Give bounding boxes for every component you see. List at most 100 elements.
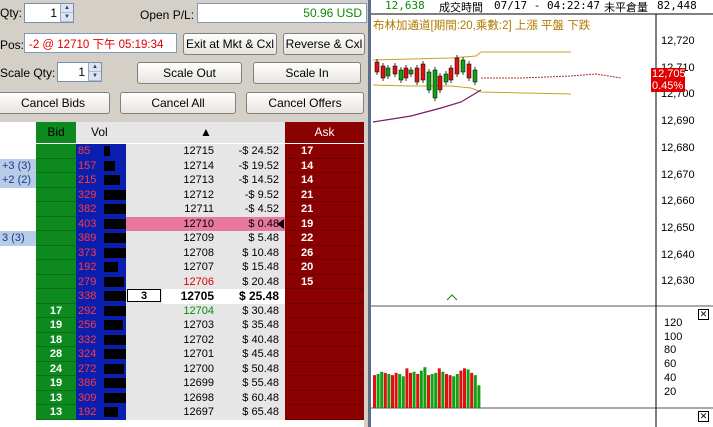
ask-header[interactable]: Ask (285, 122, 364, 143)
bid-cell[interactable] (36, 173, 76, 188)
ladder-row[interactable]: 19 386 12699 $ 55.48 (0, 376, 364, 391)
price-cell[interactable]: 12712 (162, 187, 232, 202)
quantity-cell[interactable] (126, 173, 162, 188)
ask-cell[interactable]: 21 (285, 187, 364, 202)
quantity-cell[interactable] (126, 405, 162, 420)
price-cell[interactable]: 12710 (162, 216, 232, 231)
price-cell[interactable]: 12701 (162, 347, 232, 362)
arrow-up-icon[interactable]: ▲ (89, 63, 101, 72)
price-cell[interactable]: 12713 (162, 173, 232, 188)
cancel-bids-button[interactable]: Cancel Bids (0, 92, 110, 114)
ask-cell[interactable]: 14 (285, 173, 364, 188)
bid-cell[interactable]: 19 (36, 318, 76, 333)
bid-cell[interactable] (36, 231, 76, 246)
scale-qty-value[interactable]: 1 (58, 63, 88, 81)
order-count-cell[interactable] (0, 260, 36, 275)
bid-cell[interactable] (36, 144, 76, 159)
bid-cell[interactable]: 18 (36, 332, 76, 347)
bid-cell[interactable]: 19 (36, 376, 76, 391)
order-count-cell[interactable] (0, 376, 36, 391)
ladder-row[interactable]: 28 324 12701 $ 45.48 (0, 347, 364, 362)
ladder-row[interactable]: 329 12712 -$ 9.52 21 (0, 187, 364, 202)
quantity-cell[interactable] (126, 231, 162, 246)
price-cell[interactable]: 12699 (162, 376, 232, 391)
quantity-cell[interactable] (126, 260, 162, 275)
ask-cell[interactable] (285, 318, 364, 333)
ask-cell[interactable]: 19 (285, 216, 364, 231)
price-cell[interactable]: 12709 (162, 231, 232, 246)
order-count-cell[interactable] (0, 216, 36, 231)
ladder-row[interactable]: 279 12706 $ 20.48 15 (0, 274, 364, 289)
order-count-cell[interactable]: +3 (3) (0, 158, 36, 173)
bid-header[interactable]: Bid (36, 122, 76, 143)
order-count-cell[interactable] (0, 318, 36, 333)
bid-cell[interactable]: 13 (36, 390, 76, 405)
close-icon[interactable]: ✕ (698, 309, 709, 320)
bid-cell[interactable] (36, 158, 76, 173)
ask-cell[interactable] (285, 303, 364, 318)
order-count-cell[interactable] (0, 405, 36, 420)
order-count-cell[interactable] (0, 390, 36, 405)
ask-cell[interactable]: 22 (285, 231, 364, 246)
ask-cell[interactable] (285, 289, 364, 304)
ask-cell[interactable]: 20 (285, 260, 364, 275)
ladder-row[interactable]: 382 12711 -$ 4.52 21 (0, 202, 364, 217)
price-cell[interactable]: 12697 (162, 405, 232, 420)
exit-at-market-button[interactable]: Exit at Mkt & Cxl (183, 33, 277, 55)
working-order-qty[interactable]: 3 (127, 289, 161, 302)
bid-cell[interactable] (36, 216, 76, 231)
quantity-cell[interactable] (126, 274, 162, 289)
ladder-row[interactable]: 3 (3) 389 12709 $ 5.48 22 (0, 231, 364, 246)
quantity-cell[interactable] (126, 158, 162, 173)
bid-cell[interactable] (36, 274, 76, 289)
ladder-row[interactable]: 403 12710 $ 0.48 19 (0, 216, 364, 231)
order-count-cell[interactable] (0, 144, 36, 159)
order-count-cell[interactable]: 3 (3) (0, 231, 36, 246)
ask-cell[interactable]: 14 (285, 158, 364, 173)
order-count-cell[interactable] (0, 332, 36, 347)
ladder-row[interactable]: 192 12707 $ 15.48 20 (0, 260, 364, 275)
sort-up-icon[interactable]: ▲ (196, 122, 216, 143)
ladder-row[interactable]: 85 12715 -$ 24.52 17 (0, 144, 364, 159)
order-count-cell[interactable] (0, 187, 36, 202)
price-chart[interactable]: 12,638 成交時間 07/17 - 04:22:47 未平倉量 82,448… (368, 0, 713, 427)
ladder-row[interactable]: 17 292 12704 $ 30.48 (0, 303, 364, 318)
ladder-row[interactable]: 13 192 12697 $ 65.48 (0, 405, 364, 420)
order-count-cell[interactable] (0, 303, 36, 318)
ask-cell[interactable]: 21 (285, 202, 364, 217)
quantity-cell[interactable] (126, 376, 162, 391)
ask-cell[interactable]: 15 (285, 274, 364, 289)
ladder-row[interactable]: 373 12708 $ 10.48 26 (0, 245, 364, 260)
scale-in-button[interactable]: Scale In (253, 62, 361, 84)
ask-cell[interactable] (285, 332, 364, 347)
order-count-cell[interactable] (0, 289, 36, 304)
close-icon[interactable]: ✕ (698, 411, 709, 422)
bid-cell[interactable]: 17 (36, 303, 76, 318)
ask-cell[interactable] (285, 390, 364, 405)
ladder-row[interactable]: 24 272 12700 $ 50.48 (0, 361, 364, 376)
quantity-cell[interactable] (126, 332, 162, 347)
bid-cell[interactable] (36, 289, 76, 304)
quantity-cell[interactable] (126, 390, 162, 405)
quantity-cell[interactable] (126, 144, 162, 159)
price-cell[interactable]: 12707 (162, 260, 232, 275)
bid-cell[interactable] (36, 187, 76, 202)
ask-cell[interactable] (285, 361, 364, 376)
cancel-all-button[interactable]: Cancel All (120, 92, 236, 114)
ladder-row[interactable]: 338 3 12705 $ 25.48 (0, 289, 364, 304)
ladder-row[interactable]: +3 (3) 157 12714 -$ 19.52 14 (0, 158, 364, 173)
price-cell[interactable]: 12708 (162, 245, 232, 260)
cancel-offers-button[interactable]: Cancel Offers (246, 92, 364, 114)
price-cell[interactable]: 12698 (162, 390, 232, 405)
ask-cell[interactable] (285, 405, 364, 420)
bid-cell[interactable]: 24 (36, 361, 76, 376)
quantity-cell[interactable] (126, 318, 162, 333)
arrow-down-icon[interactable]: ▼ (89, 72, 101, 81)
ask-cell[interactable]: 26 (285, 245, 364, 260)
ladder-row[interactable]: 13 309 12698 $ 60.48 (0, 390, 364, 405)
quantity-cell[interactable] (126, 245, 162, 260)
ladder-row[interactable]: 18 332 12702 $ 40.48 (0, 332, 364, 347)
bid-cell[interactable]: 13 (36, 405, 76, 420)
ask-cell[interactable] (285, 376, 364, 391)
price-cell[interactable]: 12704 (162, 303, 232, 318)
